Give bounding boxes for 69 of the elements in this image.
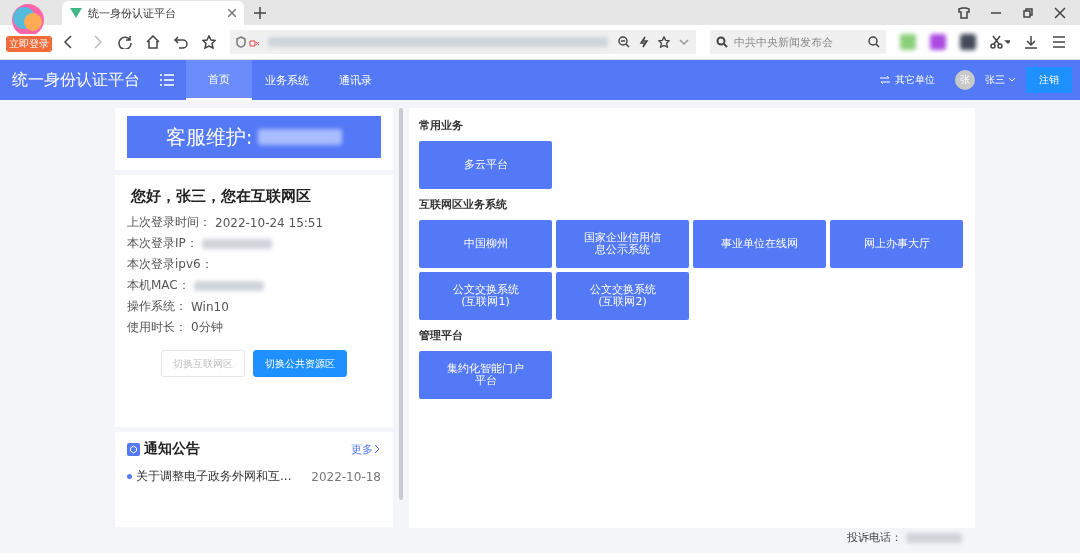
chevron-right-icon — [373, 444, 381, 454]
vue-logo-icon — [70, 8, 82, 18]
swap-icon — [880, 76, 890, 84]
close-icon[interactable] — [228, 9, 236, 17]
close-icon[interactable] — [1054, 7, 1066, 19]
info-label: 使用时长： — [127, 319, 187, 336]
notice-icon — [127, 442, 140, 456]
switch-zone-button[interactable]: 切换公共资源区 — [253, 350, 347, 377]
nav-tab[interactable]: 首页 — [186, 60, 252, 100]
app-title: 统一身份认证平台 — [11, 69, 141, 91]
login-badge[interactable]: 立即登录 — [6, 36, 52, 52]
search-icon — [716, 36, 728, 48]
section-title: 常用业务 — [419, 118, 464, 133]
scissors-icon[interactable] — [990, 35, 1010, 49]
download-icon[interactable] — [1024, 35, 1038, 49]
search-icon[interactable] — [868, 36, 880, 48]
system-tile[interactable]: 公文交换系统 (互联网1) — [419, 272, 552, 320]
info-label: 操作系统： — [127, 298, 187, 315]
info-value: Win10 — [191, 299, 229, 314]
new-tab-icon[interactable] — [254, 7, 266, 19]
search-field[interactable]: 中共中央新闻发布会 — [710, 30, 886, 54]
info-label: 本机MAC： — [127, 277, 190, 294]
bullet-icon — [127, 474, 132, 479]
blurred-value — [201, 238, 272, 249]
blurred-value — [193, 280, 264, 291]
system-tile[interactable]: 网上办事大厅 — [830, 220, 963, 268]
system-tile[interactable]: 事业单位在线网 — [693, 220, 826, 268]
system-tile[interactable]: 公文交换系统 (互联网2) — [556, 272, 689, 320]
greeting: 您好，张三，您在互联网区 — [131, 187, 312, 206]
browser-tab[interactable]: 统一身份认证平台 — [62, 1, 244, 25]
extension-icon[interactable] — [930, 34, 946, 50]
blurred-phone — [906, 532, 962, 543]
system-tile[interactable]: 多云平台 — [419, 141, 552, 189]
nav-tab[interactable]: 业务系统 — [252, 60, 322, 100]
system-tile[interactable]: 中国柳州 — [419, 220, 552, 268]
tab-title: 统一身份认证平台 — [88, 5, 176, 21]
banner-label: 客服维护: — [165, 123, 253, 151]
scrollbar[interactable] — [399, 108, 403, 500]
shirt-icon[interactable] — [958, 7, 970, 19]
lightning-icon[interactable] — [638, 36, 650, 48]
star-icon[interactable] — [202, 35, 216, 49]
complaint-label: 投诉电话： — [847, 530, 902, 545]
system-tile[interactable]: 集约化智能门户 平台 — [419, 351, 552, 399]
star-icon[interactable] — [658, 36, 670, 48]
nav-tab[interactable]: 通讯录 — [322, 60, 388, 100]
restore-icon[interactable] — [1022, 7, 1034, 19]
chevron-down-icon[interactable] — [1008, 77, 1016, 83]
info-value: 0分钟 — [191, 319, 223, 336]
switch-unit-link[interactable]: 其它单位 — [895, 73, 935, 87]
section-title: 管理平台 — [419, 328, 464, 343]
home-icon[interactable] — [146, 35, 160, 49]
info-label: 上次登录时间： — [127, 214, 211, 231]
info-label: 本次登录IP： — [127, 235, 198, 252]
undo-icon[interactable] — [174, 35, 188, 49]
system-tile[interactable]: 国家企业信用信 息公示系统 — [556, 220, 689, 268]
zoom-out-icon[interactable] — [618, 36, 630, 48]
notice-item[interactable]: 关于调整电子政务外网和互... — [136, 468, 292, 485]
logout-button[interactable]: 注销 — [1026, 67, 1072, 93]
info-value: 2022-10-24 15:51 — [215, 215, 324, 230]
info-label: 本次登录ipv6： — [127, 256, 213, 273]
notice-date: 2022-10-18 — [311, 469, 381, 484]
section-title: 互联网区业务系统 — [419, 197, 508, 212]
reload-icon[interactable] — [118, 35, 132, 49]
user-name[interactable]: 张三 — [985, 73, 1005, 87]
more-link[interactable]: 更多 — [351, 441, 381, 457]
shield-icon — [236, 36, 260, 48]
menu-icon[interactable] — [1052, 35, 1066, 49]
extension-icon[interactable] — [960, 34, 976, 50]
notice-title: 通知公告 — [144, 440, 200, 458]
